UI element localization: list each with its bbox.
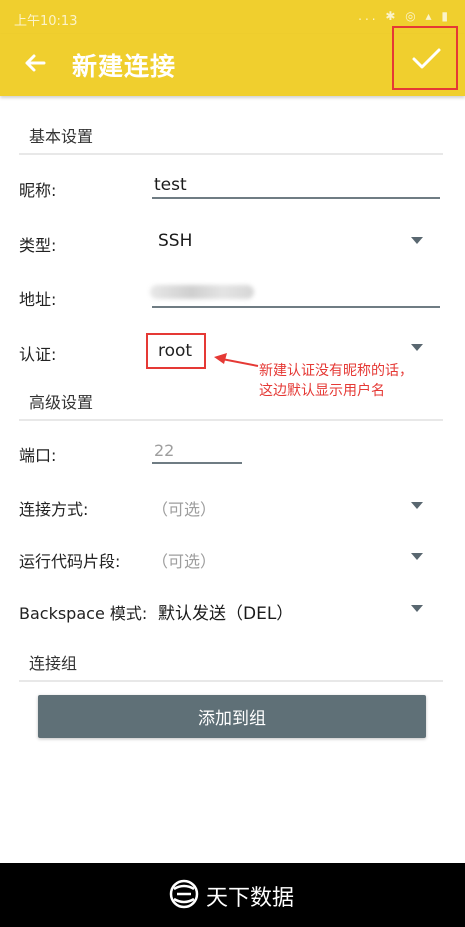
arrow-left-icon	[25, 54, 46, 72]
divider	[19, 419, 443, 421]
app-bar: 新建连接	[0, 26, 465, 96]
brand-logo-icon	[169, 879, 199, 909]
nickname-underline	[152, 197, 440, 199]
chevron-down-icon	[411, 553, 423, 560]
auth-select[interactable]: root	[146, 333, 206, 369]
section-title: 高级设置	[29, 393, 94, 412]
auth-label: 认证:	[19, 345, 57, 364]
annotation-line: 新建认证没有昵称的话，	[259, 363, 413, 379]
divider	[19, 153, 443, 155]
add-to-group-button[interactable]: 添加到组	[38, 695, 426, 738]
type-value: SSH	[158, 231, 193, 251]
status-icons: ... ✱ ◎ ▴ ▮	[358, 9, 451, 23]
nickname-value: test	[154, 175, 187, 195]
annotation-line: 这边默认显示用户名	[259, 383, 385, 399]
port-underline	[152, 462, 242, 464]
chevron-down-icon	[411, 237, 423, 244]
status-time: 上午10:13	[14, 14, 78, 29]
section-title: 基本设置	[29, 127, 94, 146]
chevron-down-icon	[411, 502, 423, 509]
port-placeholder: 22	[154, 441, 175, 460]
save-button[interactable]	[392, 26, 458, 90]
type-label: 类型:	[19, 236, 57, 255]
footer-banner: 天下数据	[0, 863, 465, 927]
brand-text: 天下数据	[206, 886, 295, 911]
run-snippet-label: 运行代码片段:	[19, 552, 121, 571]
backspace-value: 默认发送（DEL）	[158, 604, 294, 624]
redacted-address	[150, 285, 254, 299]
nickname-label: 昵称:	[19, 181, 57, 200]
section-title: 连接组	[29, 654, 78, 673]
chevron-down-icon[interactable]	[411, 344, 423, 351]
check-icon	[412, 48, 441, 69]
auth-value: root	[158, 341, 193, 361]
chevron-down-icon	[411, 605, 423, 612]
connect-method-label: 连接方式:	[19, 500, 89, 519]
connect-method-value: （可选）	[152, 500, 217, 519]
run-snippet-value: （可选）	[152, 552, 217, 571]
back-button[interactable]	[20, 48, 50, 78]
divider	[19, 680, 443, 682]
port-label: 端口:	[19, 446, 57, 465]
address-label: 地址:	[19, 290, 57, 309]
annotation-arrow-icon	[214, 353, 259, 367]
page-title: 新建连接	[72, 52, 177, 81]
backspace-label: Backspace 模式:	[19, 604, 148, 623]
annotation-note: 新建认证没有昵称的话， 这边默认显示用户名	[259, 361, 459, 401]
add-to-group-label: 添加到组	[198, 709, 266, 729]
address-underline	[152, 306, 440, 308]
